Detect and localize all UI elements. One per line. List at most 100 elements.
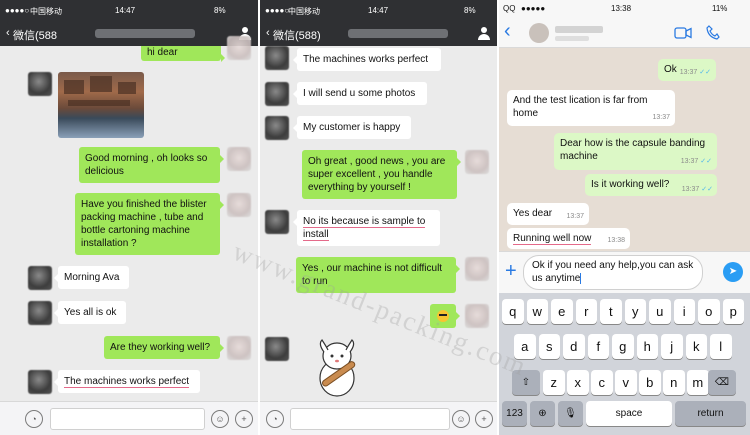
whatsapp-chat-panel: QQ ●●●●● 13:38 11% ‹ Ok 13:37 ✓✓ And the … [499, 0, 750, 435]
message-text: Have you finished the blister packing ma… [81, 199, 207, 249]
message-bubble-sent: Have you finished the blister packing ma… [75, 193, 224, 255]
key-s[interactable]: s [538, 334, 560, 359]
message-text: No its because is sample to install [303, 216, 426, 241]
return-key[interactable]: return [675, 401, 746, 426]
plus-icon[interactable]: + [235, 410, 253, 428]
message-bubble-received: I will send u some photos [293, 82, 427, 105]
phone-icon[interactable] [706, 25, 720, 40]
key-j[interactable]: j [661, 334, 683, 359]
avatar [265, 46, 289, 70]
message-bubble-sent [430, 304, 460, 328]
input-value: Ok if you need any help,you can ask us a… [532, 260, 694, 284]
back-button-label[interactable]: 微信(588 [13, 27, 57, 43]
microphone-key-icon[interactable]: 🎙 [558, 401, 583, 426]
message-time: 13:37 [652, 114, 670, 121]
avatar [265, 116, 289, 140]
key-h[interactable]: h [636, 334, 658, 359]
avatar [28, 266, 52, 290]
clock: 14:47 [368, 6, 389, 15]
key-o[interactable]: o [698, 299, 720, 324]
key-w[interactable]: w [526, 299, 548, 324]
status-bar: ●●●●○ 中国移动 14:47 8% [0, 0, 258, 22]
voice-icon[interactable]: ◔ [25, 410, 43, 428]
text-caret [580, 272, 582, 284]
shift-key[interactable]: ⇧ [512, 370, 540, 395]
message-bubble-received: No its because is sample to install [293, 210, 440, 246]
message-input[interactable]: Ok if you need any help,you can ask us a… [523, 255, 703, 290]
video-call-icon[interactable] [674, 27, 692, 39]
back-button-label[interactable]: 微信(588) [273, 27, 321, 43]
emoji-icon[interactable]: ☺ [211, 410, 229, 428]
key-a[interactable]: a [514, 334, 536, 359]
plus-icon[interactable]: + [475, 410, 493, 428]
message-text: Ok [664, 64, 677, 75]
contact-info-icon[interactable] [478, 27, 490, 40]
blurred-contact-name [95, 29, 195, 38]
message-text: Running well now [513, 233, 592, 245]
back-chevron-icon[interactable]: ‹ [6, 27, 10, 39]
key-u[interactable]: u [649, 299, 671, 324]
message-time: 13:38 [607, 237, 625, 244]
key-q[interactable]: q [502, 299, 524, 324]
message-bubble-sent: hi dear [141, 46, 225, 62]
space-key[interactable]: space [586, 401, 672, 426]
key-x[interactable]: x [567, 370, 589, 395]
key-c[interactable]: c [591, 370, 613, 395]
send-arrow-icon[interactable]: ➤ [723, 262, 743, 282]
number-mode-key[interactable]: 123 [502, 401, 527, 426]
message-text: The machines works perfect [64, 376, 190, 388]
battery-percent: 8% [464, 6, 476, 15]
backspace-key[interactable]: ⌫ [708, 370, 736, 395]
key-k[interactable]: k [685, 334, 707, 359]
avatar [265, 82, 289, 106]
message-text: hi dear [147, 47, 178, 58]
key-l[interactable]: l [710, 334, 732, 359]
key-b[interactable]: b [639, 370, 661, 395]
key-f[interactable]: f [587, 334, 609, 359]
signal-icon: ●●●●○ [5, 6, 30, 15]
key-d[interactable]: d [563, 334, 585, 359]
globe-key-icon[interactable]: ⊕ [530, 401, 555, 426]
key-y[interactable]: y [624, 299, 646, 324]
message-text: And the test lication is far from home [513, 95, 648, 119]
chat-header: ‹ 微信(588) [260, 22, 497, 46]
avatar [465, 304, 489, 328]
key-n[interactable]: n [663, 370, 685, 395]
avatar [227, 336, 251, 360]
key-v[interactable]: v [615, 370, 637, 395]
back-chevron-icon[interactable]: ‹ [504, 21, 511, 41]
message-input[interactable] [50, 408, 205, 430]
message-bubble-sent: Ok 13:37 ✓✓ [658, 59, 716, 81]
carrier-label: 中国移动 [30, 7, 62, 16]
key-t[interactable]: t [600, 299, 622, 324]
battery-percent: 11% [712, 4, 728, 13]
wechat-chat-panel-2: ●●●●○ 中国移动 14:47 8% ‹ 微信(588) The machin… [260, 0, 497, 435]
message-bubble-sent: Good morning , oh looks so delicious [79, 147, 224, 183]
voice-icon[interactable]: ◔ [266, 410, 284, 428]
avatar [227, 193, 251, 217]
clock: 14:47 [115, 6, 136, 15]
read-tick-icon: ✓✓ [699, 69, 711, 76]
battery-percent: 8% [214, 6, 226, 15]
message-text: Is it working well? [591, 179, 670, 190]
shared-photo-barbecue[interactable] [58, 72, 144, 138]
key-e[interactable]: e [551, 299, 573, 324]
message-bubble-received: Morning Ava [54, 266, 129, 289]
status-bar: ●●●●○ 中国移动 14:47 8% [260, 0, 497, 22]
emoji-icon[interactable]: ☺ [452, 410, 470, 428]
back-chevron-icon[interactable]: ‹ [266, 27, 270, 39]
avatar [465, 150, 489, 174]
key-r[interactable]: r [575, 299, 597, 324]
key-m[interactable]: m [687, 370, 709, 395]
plus-icon[interactable]: + [505, 261, 517, 281]
key-g[interactable]: g [612, 334, 634, 359]
message-input[interactable] [290, 408, 450, 430]
read-tick-icon: ✓✓ [700, 158, 712, 165]
message-bubble-sent: Are they working well? [104, 336, 224, 359]
blurred-status [555, 36, 589, 41]
read-tick-icon: ✓✓ [701, 186, 713, 193]
key-i[interactable]: i [673, 299, 695, 324]
key-p[interactable]: p [722, 299, 744, 324]
message-bubble-received: Yes dear 13:37 [507, 203, 589, 225]
key-z[interactable]: z [543, 370, 565, 395]
